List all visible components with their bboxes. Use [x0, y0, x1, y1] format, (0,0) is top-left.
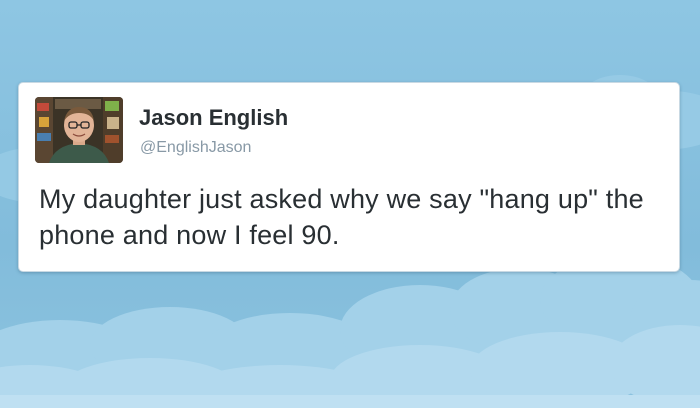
avatar-photo-icon: [35, 97, 123, 163]
tweet-text: My daughter just asked why we say "hang …: [39, 184, 644, 250]
display-name[interactable]: Jason English: [139, 105, 288, 131]
avatar[interactable]: [35, 97, 123, 163]
tweet-card: Jason English @EnglishJason My daughter …: [18, 82, 680, 272]
user-handle[interactable]: @EnglishJason: [140, 139, 251, 157]
